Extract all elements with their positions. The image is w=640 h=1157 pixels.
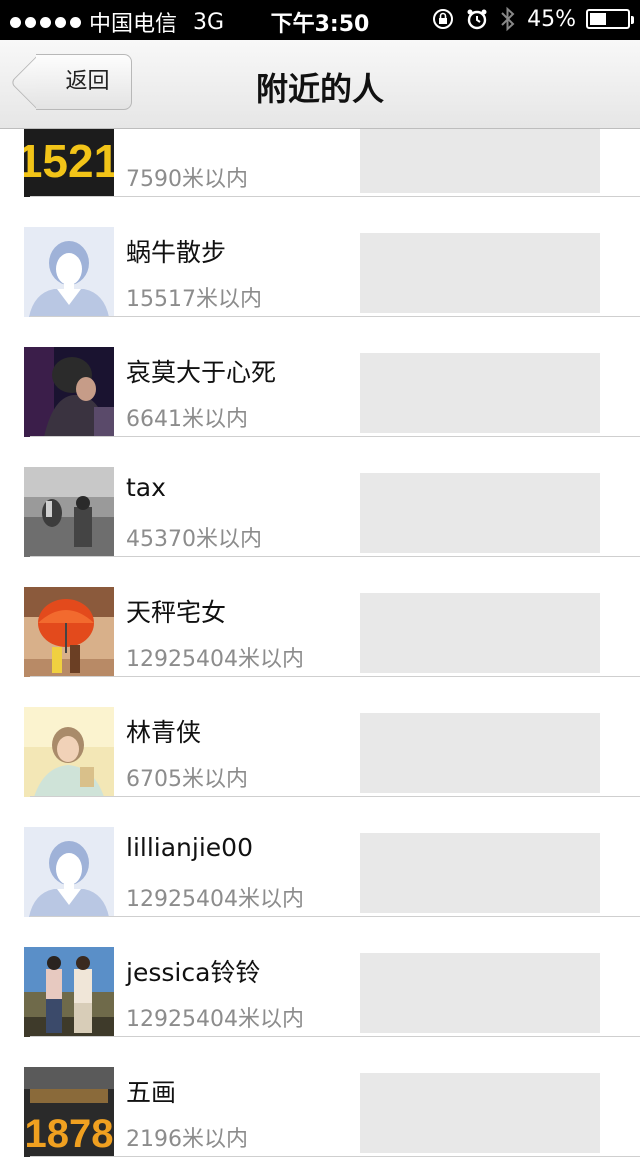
person-distance: 6705米以内 <box>126 767 248 792</box>
avatar-photo-icon <box>24 347 114 437</box>
avatar-photo-icon: 1878 <box>24 1067 114 1157</box>
signature-placeholder <box>360 593 600 673</box>
signature-placeholder <box>360 713 600 793</box>
avatar-photo-icon <box>24 467 114 557</box>
battery-icon <box>586 9 634 29</box>
person-name: tax <box>126 473 166 502</box>
person-name: lillianjie00 <box>126 833 253 862</box>
person-distance: 7590米以内 <box>126 167 248 192</box>
list-item[interactable]: lillianjie00 12925404米以内 <box>0 797 640 917</box>
person-name: 天秤宅女 <box>126 598 227 627</box>
avatar: 1878 <box>24 1067 114 1157</box>
avatar <box>24 827 114 917</box>
list-item[interactable]: jessica铃铃 12925404米以内 <box>0 917 640 1037</box>
signal-strength-icon <box>10 16 81 28</box>
person-name: jessica铃铃 <box>126 958 261 987</box>
avatar-photo-icon <box>24 947 114 1037</box>
signature-placeholder <box>360 353 600 433</box>
person-distance: 15517米以内 <box>126 287 262 312</box>
list-item[interactable]: tax 45370米以内 <box>0 437 640 557</box>
status-left: 中国电信 3G <box>10 6 224 38</box>
avatar <box>24 587 114 677</box>
person-distance: 12925404米以内 <box>126 647 304 672</box>
avatar-photo-icon <box>24 587 114 677</box>
network-label: 3G <box>193 9 225 35</box>
list-item[interactable]: 林青侠 6705米以内 <box>0 677 640 797</box>
list-item[interactable]: 天秤宅女 12925404米以内 <box>0 557 640 677</box>
carrier-label: 中国电信 <box>89 12 178 37</box>
person-distance: 12925404米以内 <box>126 887 304 912</box>
svg-text:1521: 1521 <box>24 135 114 187</box>
rotation-lock-icon <box>433 9 454 29</box>
person-name: 五画 <box>126 1078 177 1107</box>
default-avatar-icon <box>24 827 114 917</box>
bluetooth-icon <box>501 6 515 32</box>
status-right: 45% <box>431 6 634 32</box>
list-item[interactable]: 蜗牛散步 15517米以内 <box>0 197 640 317</box>
signature-placeholder <box>360 953 600 1033</box>
default-avatar-icon <box>24 227 114 317</box>
person-distance: 2196米以内 <box>126 1127 248 1152</box>
person-distance: 45370米以内 <box>126 527 262 552</box>
list-item[interactable]: 哀莫大于心死 6641米以内 <box>0 317 640 437</box>
avatar <box>24 347 114 437</box>
person-name: 哀莫大于心死 <box>126 358 277 387</box>
avatar-photo-icon <box>24 707 114 797</box>
signature-placeholder <box>360 833 600 913</box>
signature-placeholder <box>360 1073 600 1153</box>
person-name: 林青侠 <box>126 718 202 747</box>
list-item[interactable]: 1878 五画 2196米以内 <box>0 1037 640 1157</box>
person-distance: 12925404米以内 <box>126 1007 304 1032</box>
person-distance: 6641米以内 <box>126 407 248 432</box>
back-button-label: 返回 <box>65 69 110 94</box>
avatar <box>24 467 114 557</box>
avatar <box>24 227 114 317</box>
signature-placeholder <box>360 473 600 553</box>
avatar <box>24 707 114 797</box>
avatar <box>24 947 114 1037</box>
alarm-icon <box>467 9 487 30</box>
svg-text:1878: 1878 <box>25 1112 114 1156</box>
battery-percent: 45% <box>527 6 576 32</box>
status-bar: 中国电信 3G 下午3:50 45% <box>0 0 640 40</box>
navigation-bar: 返回 附近的人 <box>0 40 640 129</box>
signature-placeholder <box>360 233 600 313</box>
person-name: 蜗牛散步 <box>126 238 227 267</box>
